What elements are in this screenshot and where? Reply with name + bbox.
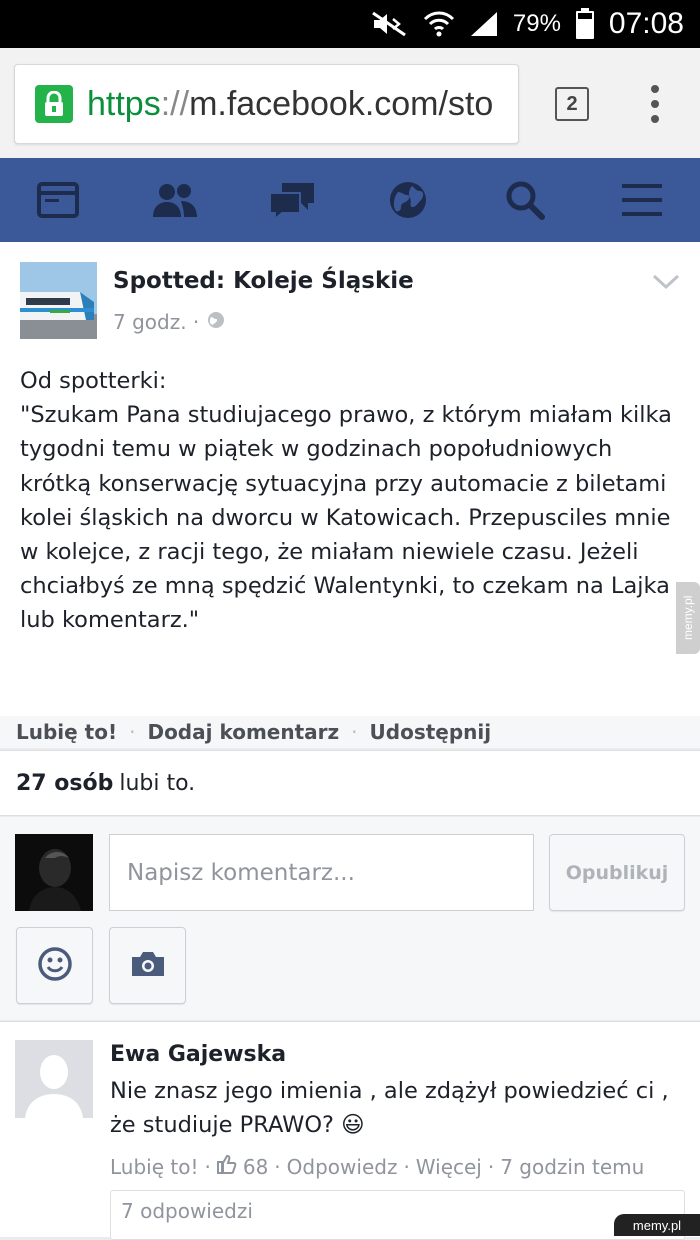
- status-bar: 79% 07:08: [0, 0, 700, 48]
- photo-button[interactable]: [109, 927, 186, 1004]
- smiley-icon: [36, 945, 74, 987]
- url-text: https://m.facebook.com/sto: [87, 85, 493, 124]
- replies-link[interactable]: 7 odpowiedzi: [110, 1190, 685, 1240]
- comment-item: Ewa Gajewska Nie znasz jego imienia , al…: [0, 1021, 700, 1240]
- camera-icon: [130, 950, 166, 982]
- separator: ·: [351, 720, 358, 744]
- wifi-icon: [423, 10, 455, 38]
- public-globe-icon: [207, 310, 225, 334]
- separator: ·: [274, 1154, 281, 1179]
- comment-time: 7 godzin temu: [500, 1154, 645, 1179]
- watermark-corner: memy.pl: [614, 1214, 700, 1236]
- browser-toolbar: https://m.facebook.com/sto: [0, 48, 700, 158]
- post-time-text: 7 godz. ·: [113, 310, 200, 334]
- likes-count: 27 osób: [16, 770, 114, 796]
- watermark-side: memy.pl: [676, 582, 700, 654]
- comment-input[interactable]: Napisz komentarz...: [109, 834, 534, 911]
- comment-author[interactable]: Ewa Gajewska: [110, 1042, 286, 1067]
- url-field[interactable]: https://m.facebook.com/sto: [14, 64, 519, 144]
- publish-button[interactable]: Opublikuj: [549, 834, 685, 911]
- more-button[interactable]: Więcej: [416, 1155, 482, 1179]
- default-avatar-icon[interactable]: [15, 1040, 93, 1118]
- page-avatar[interactable]: [20, 262, 97, 339]
- page-name[interactable]: Spotted: Koleje Śląskie: [113, 268, 414, 294]
- likes-summary[interactable]: 27 osób lubi to.: [0, 750, 700, 816]
- post-timestamp: 7 godz. ·: [113, 310, 225, 334]
- avatar: [15, 834, 93, 911]
- battery-percent: 79%: [512, 10, 561, 37]
- share-button[interactable]: Udostępnij: [370, 720, 492, 744]
- url-host: m.facebook.com/sto: [189, 84, 494, 123]
- comment-like-count[interactable]: 68: [243, 1155, 268, 1179]
- facebook-nav-bar: [0, 158, 700, 242]
- separator: ·: [403, 1154, 410, 1179]
- browser-menu-button[interactable]: [645, 85, 665, 123]
- add-comment-button[interactable]: Dodaj komentarz: [147, 720, 339, 744]
- menu-icon[interactable]: [612, 170, 672, 230]
- likes-suffix: lubi to.: [119, 770, 196, 796]
- comment-text: Nie znasz jego imienia , ale zdążył powi…: [110, 1078, 669, 1138]
- url-separator: ://: [160, 84, 190, 123]
- thumbs-up-icon: [216, 1154, 237, 1179]
- separator: ·: [487, 1154, 495, 1179]
- lock-icon: [35, 85, 73, 123]
- clock: 07:08: [608, 7, 684, 40]
- like-button[interactable]: Lubię to!: [16, 720, 117, 744]
- post-text: Od spotterki: "Szukam Pana studiujacego …: [20, 368, 672, 634]
- post-card: Spotted: Koleje Śląskie 7 godz. · Od spo…: [0, 242, 700, 716]
- tab-switcher-button[interactable]: 2: [555, 87, 589, 121]
- reply-button[interactable]: Odpowiedz: [287, 1155, 398, 1179]
- post-actions: Lubię to! · Dodaj komentarz · Udostępnij: [0, 716, 700, 748]
- news-feed-icon[interactable]: [28, 170, 88, 230]
- url-scheme: https: [87, 84, 161, 123]
- chevron-down-icon[interactable]: [652, 274, 680, 294]
- friends-icon[interactable]: [145, 170, 205, 230]
- mute-icon: [371, 11, 409, 37]
- notifications-globe-icon[interactable]: [378, 170, 438, 230]
- comment-like-button[interactable]: Lubię to!: [110, 1155, 198, 1179]
- separator: ·: [129, 720, 136, 744]
- battery-icon: [575, 8, 595, 40]
- search-icon[interactable]: [495, 170, 555, 230]
- signal-icon: [469, 10, 499, 38]
- separator: ·: [204, 1154, 211, 1179]
- comment-composer: Napisz komentarz... Opublikuj: [0, 817, 700, 1020]
- emoji-button[interactable]: [16, 927, 93, 1004]
- comment-meta: Lubię to! · 68 · Odpowiedz · Więcej · 7 …: [110, 1154, 644, 1179]
- messages-icon[interactable]: [262, 170, 322, 230]
